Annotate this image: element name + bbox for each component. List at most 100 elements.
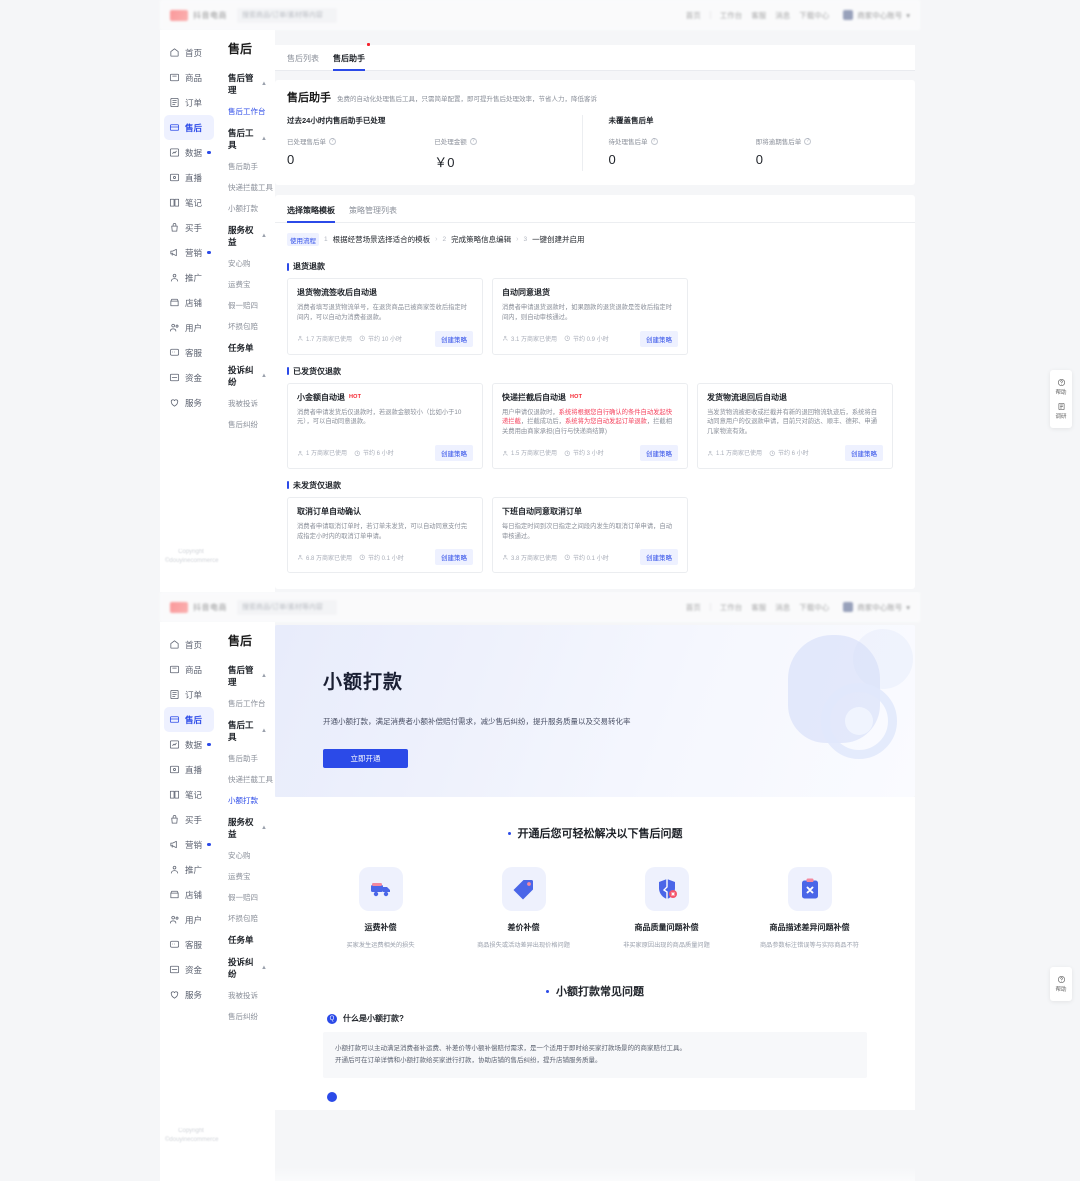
sidebar-item-营销[interactable]: 营销	[164, 240, 214, 265]
sidebar-item-推广[interactable]: 推广	[164, 265, 214, 290]
template-card[interactable]: 自动同意退货消费者申请退货退款时，如果题款的退货退款是签收后指定时间内，则自动审…	[492, 278, 688, 355]
sidebar-subitem-我被投诉[interactable]: 我被投诉	[218, 985, 275, 1006]
sidebar-item-售后[interactable]: 售后	[164, 115, 214, 140]
sidebar-item-数据[interactable]: 数据	[164, 140, 214, 165]
topbar-nav-item-1[interactable]: 工作台	[720, 602, 743, 613]
sidebar-item-数据[interactable]: 数据	[164, 732, 214, 757]
sidebar-item-商品[interactable]: 商品	[164, 657, 214, 682]
sidebar-subitem-快递拦截工具[interactable]: 快递拦截工具	[218, 769, 275, 790]
topbar-nav-item-0[interactable]: 首页	[686, 602, 701, 613]
topbar-nav-item-2[interactable]: 客服	[751, 602, 766, 613]
template-card[interactable]: 退货物流签收后自动退消费者填写退货物流单号，在退货商品已被商家签收后指定时间内，…	[287, 278, 483, 355]
sidebar-subitem-运费宝[interactable]: 运费宝	[218, 274, 275, 295]
sidebar-item-商品[interactable]: 商品	[164, 65, 214, 90]
topbar-nav-item-3[interactable]: 消息	[775, 602, 790, 613]
topbar-nav-item-0[interactable]: 首页	[686, 10, 701, 21]
sidebar-subitem-售后助手[interactable]: 售后助手	[218, 156, 275, 177]
sidebar-subitem-坏损包赔[interactable]: 坏损包赔	[218, 316, 275, 337]
sidebar-item-买手[interactable]: 买手	[164, 215, 214, 240]
sidebar-item-资金[interactable]: 资金	[164, 957, 214, 982]
sidebar-subitem-运费宝[interactable]: 运费宝	[218, 866, 275, 887]
sidebar-group-投诉纠纷[interactable]: 投诉纠纷▲	[218, 951, 275, 985]
sidebar-item-服务[interactable]: 服务	[164, 390, 214, 415]
sidebar-subitem-售后纠纷[interactable]: 售后纠纷	[218, 414, 275, 435]
sidebar-subitem-假一赔四[interactable]: 假一赔四	[218, 295, 275, 316]
template-card[interactable]: 发货物流退回后自动退当发货物流被拒收或拦截并有新的退回物流轨迹后，系统将自动同意…	[697, 383, 893, 469]
topbar-nav-item-4[interactable]: 下载中心	[799, 10, 829, 21]
float-帮助-button[interactable]: 帮助	[1050, 375, 1072, 399]
template-card[interactable]: 下班自动同意取消订单每日指定时间到次日指定之间段内发生的取消订单申请，自动审核通…	[492, 497, 688, 574]
sidebar-subitem-坏损包赔[interactable]: 坏损包赔	[218, 908, 275, 929]
sidebar-subitem-售后助手[interactable]: 售后助手	[218, 748, 275, 769]
topbar-nav-item-4[interactable]: 下载中心	[799, 602, 829, 613]
sidebar-subitem-假一赔四[interactable]: 假一赔四	[218, 887, 275, 908]
sidebar-subitem-小额打款[interactable]: 小额打款	[218, 790, 275, 811]
global-search-box[interactable]: 搜索商品/订单/素材等内容	[237, 600, 337, 615]
create-strategy-button[interactable]: 创建策略	[435, 445, 473, 461]
sidebar-item-订单[interactable]: 订单	[164, 682, 214, 707]
sidebar-group-售后工具[interactable]: 售后工具▲	[218, 122, 275, 156]
sidebar-item-售后[interactable]: 售后	[164, 707, 214, 732]
sidebar-group-服务权益[interactable]: 服务权益▲	[218, 811, 275, 845]
sidebar-group-服务权益[interactable]: 服务权益▲	[218, 219, 275, 253]
sidebar-item-首页[interactable]: 首页	[164, 632, 214, 657]
tab-售后列表[interactable]: 售后列表	[287, 45, 319, 70]
sidebar-subitem-我被投诉[interactable]: 我被投诉	[218, 393, 275, 414]
sidebar-item-首页[interactable]: 首页	[164, 40, 214, 65]
create-strategy-button[interactable]: 创建策略	[640, 549, 678, 565]
user-menu[interactable]: 商家中心账号 ▾	[843, 10, 910, 21]
user-menu[interactable]: 商家中心账号 ▾	[843, 602, 910, 613]
topbar-nav-item-1[interactable]: 工作台	[720, 10, 743, 21]
create-strategy-button[interactable]: 创建策略	[845, 445, 883, 461]
sidebar-item-笔记[interactable]: 笔记	[164, 190, 214, 215]
sidebar-item-用户[interactable]: 用户	[164, 315, 214, 340]
sidebar-subitem-售后工作台[interactable]: 售后工作台	[218, 693, 275, 714]
question-mark-icon[interactable]: ?	[804, 138, 811, 145]
sidebar-item-笔记[interactable]: 笔记	[164, 782, 214, 807]
sidebar-subitem-小额打款[interactable]: 小额打款	[218, 198, 275, 219]
sidebar-item-直播[interactable]: 直播	[164, 757, 214, 782]
global-search-box[interactable]: 搜索商品/订单/素材等内容	[237, 8, 337, 23]
float-调研-button[interactable]: 调研	[1050, 399, 1072, 423]
sidebar-item-店铺[interactable]: 店铺	[164, 882, 214, 907]
topbar-nav-item-2[interactable]: 客服	[751, 10, 766, 21]
sidebar-group-售后管理[interactable]: 售后管理▲	[218, 659, 275, 693]
sidebar-group-售后管理[interactable]: 售后管理▲	[218, 67, 275, 101]
activate-button[interactable]: 立即开通	[323, 749, 408, 768]
tab-策略管理列表[interactable]: 策略管理列表	[349, 205, 397, 222]
template-card[interactable]: 快递拦截后自动退HOT用户申请仅退款时，系统将根据您自行确认的条件自动发起快递拦…	[492, 383, 688, 469]
sidebar-item-店铺[interactable]: 店铺	[164, 290, 214, 315]
question-mark-icon[interactable]: ?	[651, 138, 658, 145]
sidebar-group-售后工具[interactable]: 售后工具▲	[218, 714, 275, 748]
sidebar-item-推广[interactable]: 推广	[164, 857, 214, 882]
faq-question-row[interactable]: Q什么是小额打款?	[323, 999, 867, 1032]
sidebar-item-服务[interactable]: 服务	[164, 982, 214, 1007]
template-card[interactable]: 取消订单自动确认消费者申请取消订单时，若订单未发货，可以自动同意支付完成指定小时…	[287, 497, 483, 574]
float-帮助-button[interactable]: 帮助	[1050, 972, 1072, 996]
faq-question-row-next[interactable]	[323, 1078, 867, 1110]
create-strategy-button[interactable]: 创建策略	[640, 445, 678, 461]
sidebar-item-买手[interactable]: 买手	[164, 807, 214, 832]
tab-选择策略模板[interactable]: 选择策略模板	[287, 205, 335, 222]
question-mark-icon[interactable]: ?	[470, 138, 477, 145]
sidebar-item-客服[interactable]: 客服	[164, 340, 214, 365]
sidebar-subitem-快递拦截工具[interactable]: 快递拦截工具	[218, 177, 275, 198]
create-strategy-button[interactable]: 创建策略	[640, 331, 678, 347]
topbar-nav-item-3[interactable]: 消息	[775, 10, 790, 21]
sidebar-item-直播[interactable]: 直播	[164, 165, 214, 190]
sidebar-subitem-安心购[interactable]: 安心购	[218, 845, 275, 866]
sidebar-item-营销[interactable]: 营销	[164, 832, 214, 857]
sidebar-item-资金[interactable]: 资金	[164, 365, 214, 390]
sidebar-item-订单[interactable]: 订单	[164, 90, 214, 115]
sidebar-group-投诉纠纷[interactable]: 投诉纠纷▲	[218, 359, 275, 393]
sidebar-subitem-安心购[interactable]: 安心购	[218, 253, 275, 274]
sidebar-subitem-售后纠纷[interactable]: 售后纠纷	[218, 1006, 275, 1027]
sidebar-item-用户[interactable]: 用户	[164, 907, 214, 932]
template-card[interactable]: 小金额自动退HOT消费者申请发货后仅退款时，若退款金额较小（比如小于10元），可…	[287, 383, 483, 469]
sidebar-subitem-售后工作台[interactable]: 售后工作台	[218, 101, 275, 122]
tab-售后助手[interactable]: 售后助手	[333, 45, 365, 70]
create-strategy-button[interactable]: 创建策略	[435, 331, 473, 347]
sidebar-item-客服[interactable]: 客服	[164, 932, 214, 957]
create-strategy-button[interactable]: 创建策略	[435, 549, 473, 565]
question-mark-icon[interactable]: ?	[329, 138, 336, 145]
